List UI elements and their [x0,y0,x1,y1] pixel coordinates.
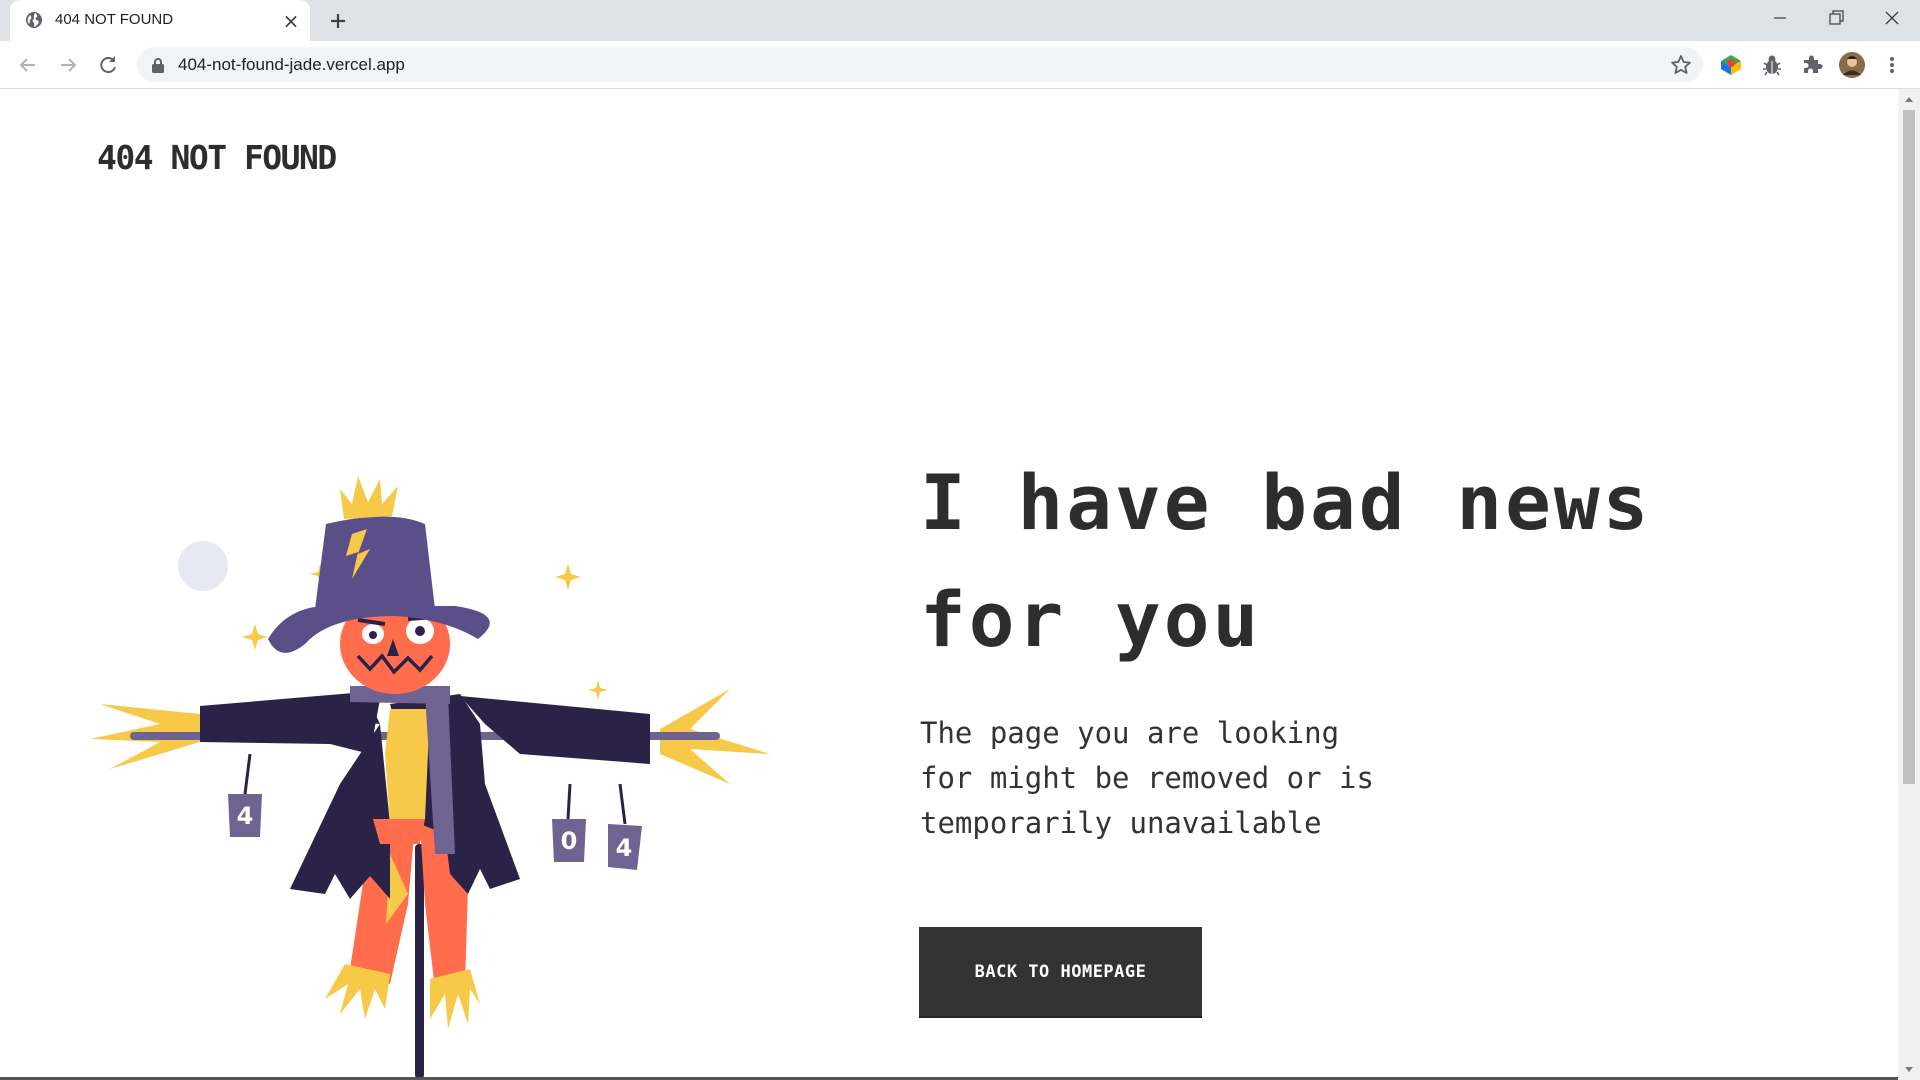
colorful-extension-icon[interactable] [1717,51,1745,79]
restore-icon[interactable] [1808,0,1864,40]
scroll-up-arrow-icon[interactable] [1904,95,1914,105]
can-label-3: 4 [616,834,633,862]
tab-title: 404 NOT FOUND [55,11,174,28]
can-label-1: 4 [237,802,254,830]
can-label-2: 0 [561,827,578,855]
scrollbar-thumb[interactable] [1903,110,1915,784]
close-window-icon[interactable] [1864,0,1920,40]
page-viewport: 404 NOT FOUND 4 0 4 I have bad news for … [0,89,1898,1080]
browser-toolbar: 404-not-found-jade.vercel.app [0,41,1920,89]
scarecrow-illustration: 4 0 4 [90,476,770,1079]
headline: I have bad news for you [920,444,1680,678]
description-line1: The page you are looking [920,716,1340,750]
scroll-down-arrow-icon[interactable] [1904,1064,1914,1074]
puzzle-extensions-icon[interactable] [1798,51,1826,79]
description-line3: temporarily unavailable [920,806,1322,840]
address-bar[interactable]: 404-not-found-jade.vercel.app [137,47,1703,82]
reload-icon[interactable] [94,51,122,79]
site-title[interactable]: 404 NOT FOUND [97,138,337,177]
tab-strip: 404 NOT FOUND × [0,0,1920,41]
close-tab-icon[interactable]: × [280,10,302,32]
new-tab-icon[interactable] [325,8,351,34]
active-tab[interactable]: 404 NOT FOUND × [10,0,310,41]
scarecrow-pole [415,844,424,1079]
back-to-homepage-button[interactable]: BACK TO HOMEPAGE [919,927,1202,1016]
headline-line2: for you [920,575,1262,664]
bug-extension-icon[interactable] [1758,51,1786,79]
forward-arrow-icon[interactable] [54,51,82,79]
globe-icon [26,12,42,28]
minimize-icon[interactable] [1752,0,1808,40]
description-line2: for might be removed or is [920,761,1374,795]
profile-avatar[interactable] [1838,51,1866,79]
star-icon[interactable] [1670,54,1692,76]
kebab-menu-icon[interactable] [1880,51,1904,79]
vertical-scrollbar[interactable] [1898,89,1920,1080]
lock-icon[interactable] [151,57,165,73]
headline-line1: I have bad news [920,458,1652,547]
description: The page you are looking for might be re… [920,711,1400,846]
moon-shape [178,541,228,591]
url-text[interactable]: 404-not-found-jade.vercel.app [178,55,405,75]
back-arrow-icon[interactable] [14,51,42,79]
